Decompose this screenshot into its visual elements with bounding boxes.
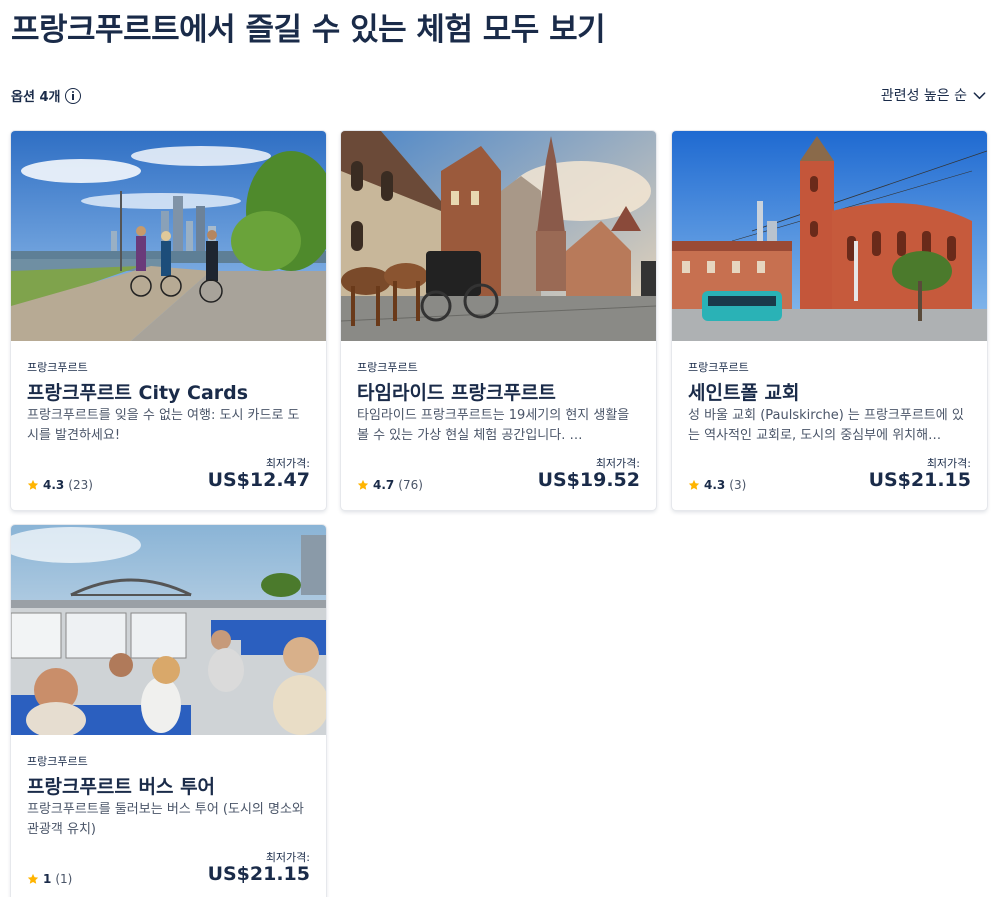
card-rating: 4.7 (76) [357, 478, 423, 492]
review-count: (23) [68, 478, 93, 492]
card-price: US$21.15 [868, 469, 971, 491]
activity-image-old-town-carriage[interactable] [341, 131, 656, 341]
card-rating: 1 (1) [27, 872, 72, 886]
info-icon[interactable] [65, 87, 82, 104]
star-icon [27, 873, 39, 884]
sort-label: 관련성 높은 순 [880, 88, 967, 104]
review-count: (3) [729, 478, 747, 492]
activity-image-riverside-cyclists[interactable] [11, 131, 326, 341]
review-count: (76) [398, 478, 423, 492]
card-rating: 4.3 (23) [27, 478, 93, 492]
page-title: 프랑크푸르트에서 즐길 수 있는 체험 모두 보기 [11, 12, 606, 48]
card-title[interactable]: 타임라이드 프랑크푸르트 [357, 378, 556, 405]
rating-value: 4.7 [373, 478, 395, 492]
card-rating: 4.3 (3) [688, 478, 746, 492]
star-icon [27, 479, 39, 490]
card-title[interactable]: 프랑크푸르트 버스 투어 [27, 772, 215, 799]
activity-card[interactable]: 프랑크푸르트 프랑크푸르트 City Cards 프랑크푸르트를 잊을 수 없는… [11, 131, 326, 510]
activity-card[interactable]: 프랑크푸르트 타임라이드 프랑크푸르트 타임라이드 프랑크푸르트는 19세기의 … [341, 131, 656, 510]
card-price: US$12.47 [207, 469, 310, 491]
card-description: 프랑크푸르트를 둘러보는 버스 투어 (도시의 명소와 관광객 유치) [27, 802, 304, 837]
card-location: 프랑크푸르트 [27, 755, 88, 768]
star-icon [357, 479, 369, 490]
card-price: US$21.15 [207, 863, 310, 885]
results-toolbar: 옵션 4개 관련성 높은 순 [11, 85, 987, 107]
activity-card[interactable]: 프랑크푸르트 세인트폴 교회 성 바울 교회 (Paulskirche) 는 프… [672, 131, 987, 510]
activity-image-bus-tour[interactable] [11, 525, 326, 735]
card-title[interactable]: 세인트폴 교회 [688, 378, 800, 405]
rating-value: 4.3 [43, 478, 65, 492]
card-location: 프랑크푸르트 [27, 361, 88, 374]
activity-image-paulskirche[interactable] [672, 131, 987, 341]
card-description: 타임라이드 프랑크푸르트는 19세기의 현지 생활을 볼 수 있는 가상 현실 … [357, 408, 630, 443]
card-price: US$19.52 [537, 469, 640, 491]
activity-card[interactable]: 프랑크푸르트 프랑크푸르트 버스 투어 프랑크푸르트를 둘러보는 버스 투어 (… [11, 525, 326, 897]
options-count-label: 옵션 4개 [11, 90, 61, 105]
card-location: 프랑크푸르트 [357, 361, 418, 374]
card-location: 프랑크푸르트 [688, 361, 749, 374]
star-icon [688, 479, 700, 490]
rating-value: 4.3 [704, 478, 726, 492]
card-title[interactable]: 프랑크푸르트 City Cards [27, 378, 248, 405]
card-description: 성 바울 교회 (Paulskirche) 는 프랑크푸르트에 있는 역사적인 … [688, 408, 964, 443]
chevron-down-icon [973, 91, 986, 99]
rating-value: 1 [43, 872, 52, 886]
review-count: (1) [55, 872, 73, 886]
card-description: 프랑크푸르트를 잊을 수 없는 여행: 도시 카드로 도시를 발견하세요! [27, 408, 300, 443]
options-count: 옵션 4개 [11, 86, 82, 105]
sort-dropdown[interactable]: 관련성 높은 순 [881, 85, 987, 105]
